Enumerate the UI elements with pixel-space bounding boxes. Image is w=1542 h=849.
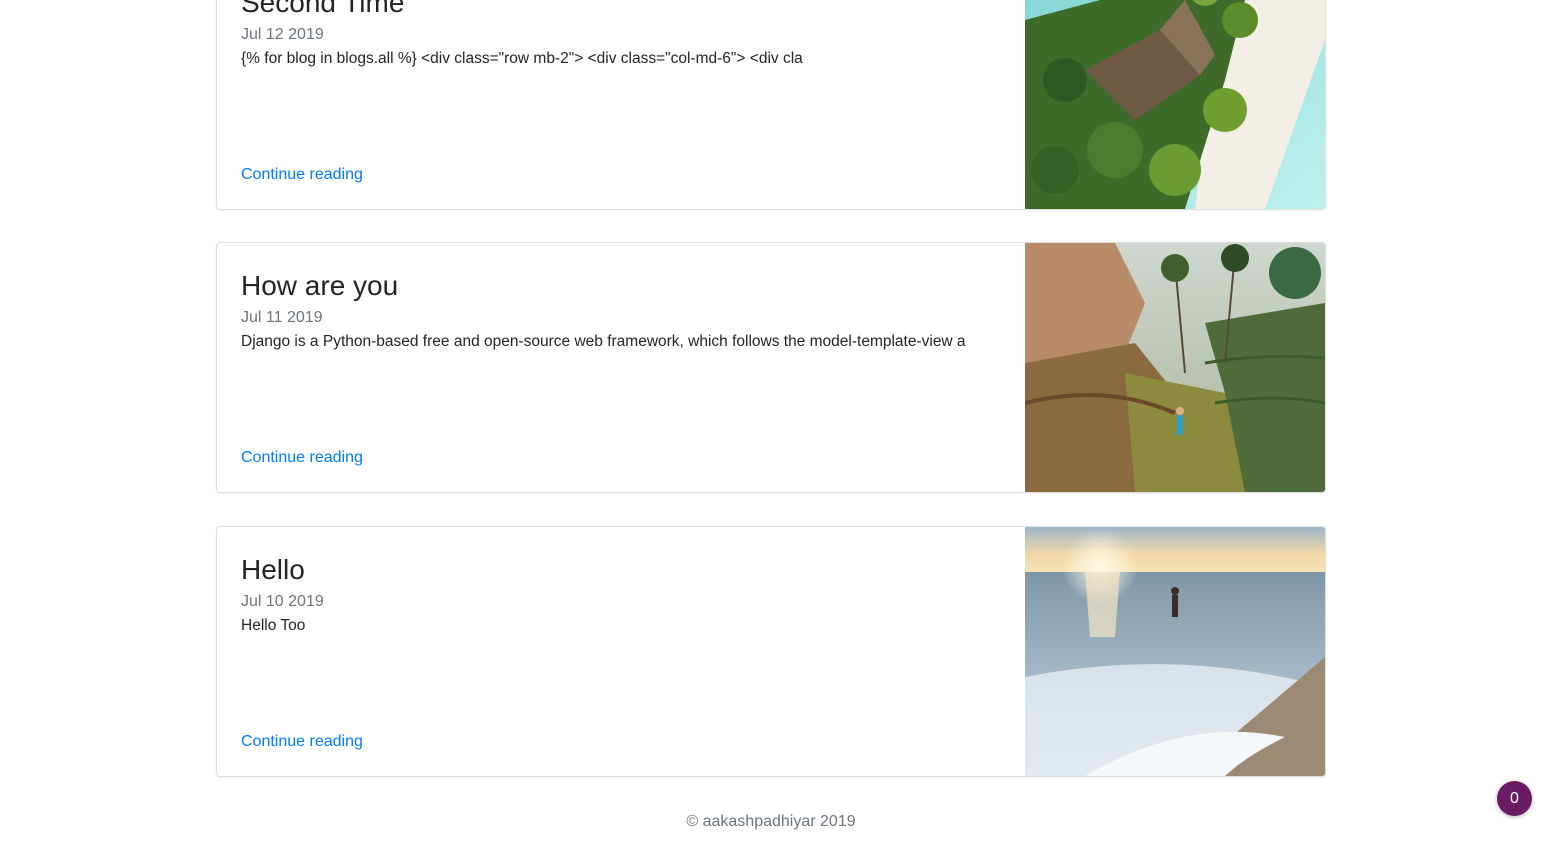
post-date: Jul 12 2019 — [241, 26, 324, 43]
post-title: How are you — [241, 270, 399, 301]
rice-terraces-image — [1025, 243, 1325, 492]
card-body: How are you Jul 11 2019 Django is a Pyth… — [241, 243, 1011, 492]
continue-reading-link[interactable]: Continue reading — [241, 448, 363, 468]
post-title: Second Time — [241, 0, 405, 18]
notification-count-badge[interactable]: 0 — [1497, 781, 1532, 816]
post-date: Jul 10 2019 — [241, 593, 324, 610]
sunset-ocean-image — [1025, 527, 1325, 776]
footer-copyright: © aakashpadhiyar 2019 — [686, 813, 856, 830]
blog-card: Hello Jul 10 2019 Hello Too Continue rea… — [216, 526, 1326, 777]
blog-card: How are you Jul 11 2019 Django is a Pyth… — [216, 242, 1326, 493]
post-thumbnail — [1025, 0, 1325, 209]
post-thumbnail — [1025, 243, 1325, 492]
post-thumbnail — [1025, 527, 1325, 776]
card-body: Second Time Jul 12 2019 {% for blog in b… — [241, 0, 1011, 209]
post-excerpt: Hello Too — [241, 617, 306, 634]
continue-reading-link[interactable]: Continue reading — [241, 732, 363, 752]
blog-card: Second Time Jul 12 2019 {% for blog in b… — [216, 0, 1326, 210]
continue-reading-link[interactable]: Continue reading — [241, 165, 363, 185]
post-excerpt: Django is a Python-based free and open-s… — [241, 333, 966, 350]
post-date: Jul 11 2019 — [241, 309, 323, 326]
post-excerpt: {% for blog in blogs.all %} <div class="… — [241, 50, 803, 67]
tropical-beach-image — [1025, 0, 1325, 209]
card-body: Hello Jul 10 2019 Hello Too Continue rea… — [241, 527, 1011, 776]
post-title: Hello — [241, 554, 305, 585]
blog-list-page: Second Time Jul 12 2019 {% for blog in b… — [0, 0, 1542, 849]
